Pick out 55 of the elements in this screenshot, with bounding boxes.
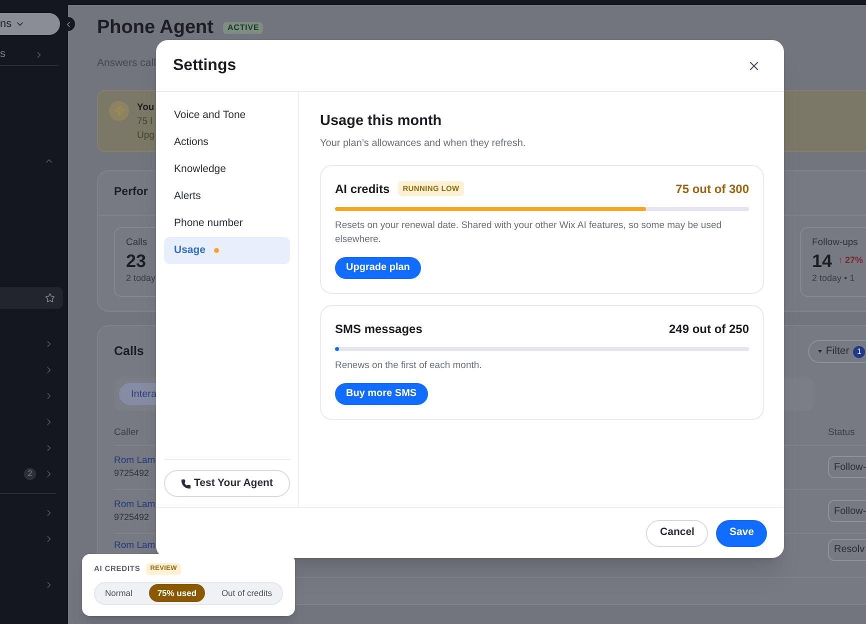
page-title: Phone Agent [97, 17, 214, 39]
stat-detail: 2 today [126, 272, 157, 285]
stat-label: Calls [126, 236, 148, 250]
meter-reading: 75 out of 300 [676, 180, 749, 198]
lightning-icon [109, 100, 129, 121]
phone-number: 9725492 [114, 511, 150, 524]
section-heading: Usage this month [320, 112, 443, 131]
segment-option[interactable]: 75% used [149, 584, 205, 602]
action-button[interactable]: Upgrade plan [335, 256, 421, 279]
column-header: Status [828, 426, 855, 440]
filter-button[interactable]: Filter 1 [808, 340, 866, 364]
caller-link[interactable]: Rom Lam [114, 538, 156, 552]
settings-nav-item[interactable]: Phone number [164, 210, 290, 237]
card-title: Perfor [114, 185, 148, 200]
stat-label: Follow-ups [812, 236, 859, 250]
meter-note: Renews on the first of each month. [335, 358, 483, 373]
banner-text: 75 l [137, 114, 154, 129]
stat-change: ↑ 27% [838, 254, 864, 268]
sidebar-link[interactable]: s [0, 46, 6, 63]
phone-number: 9725492 [114, 467, 150, 480]
phone-icon [181, 478, 192, 488]
count-badge: 1 [853, 346, 866, 358]
status-dropdown[interactable]: Resolv [828, 538, 866, 561]
dialog-title: Settings [173, 56, 236, 76]
card-title: Calls [114, 343, 144, 360]
caller-link[interactable]: Rom Lam [114, 454, 156, 468]
caret-icon [818, 350, 822, 354]
column-header: Caller [114, 426, 140, 440]
meter-note: Resets on your renewal date. Shared with your other Wix AI features, so some may be used elsewhere. [335, 218, 723, 247]
action-button[interactable]: Buy more SMS [335, 382, 428, 405]
status-dropdown[interactable]: Follow- [828, 456, 866, 478]
meter-title: AI credits [335, 180, 390, 198]
test-agent-button[interactable]: Test Your Agent [164, 470, 290, 497]
settings-nav-item[interactable]: Alerts [164, 183, 290, 210]
settings-nav-item[interactable]: Usage [164, 237, 290, 264]
banner-title: You [137, 100, 154, 115]
workspace-button[interactable]: ns [0, 13, 60, 35]
meter-reading: 249 out of 250 [668, 320, 749, 338]
segment-option[interactable]: Normal [97, 584, 140, 602]
star-icon[interactable] [45, 293, 55, 303]
settings-nav-item[interactable]: Knowledge [164, 156, 290, 183]
save-button[interactable]: Save [716, 520, 767, 546]
stat-detail: 2 today • 1 [812, 272, 856, 285]
settings-nav-item[interactable]: Actions [164, 129, 290, 156]
status-dropdown[interactable]: Follow- [828, 500, 866, 522]
segment-option[interactable]: Out of credits [213, 584, 280, 602]
cancel-button[interactable]: Cancel [646, 520, 708, 546]
stat-value: 14 [812, 250, 832, 272]
caller-link[interactable]: Rom Lam [114, 498, 156, 512]
status-badge: ACTIVE [223, 22, 264, 34]
meter-title: SMS messages [335, 320, 422, 338]
stat-value: 23 [126, 250, 146, 272]
section-subtitle: Your plan’s allowances and when they refresh. [320, 136, 527, 151]
settings-nav-item[interactable]: Voice and Tone [164, 102, 290, 129]
count-badge: 2 [24, 468, 36, 480]
